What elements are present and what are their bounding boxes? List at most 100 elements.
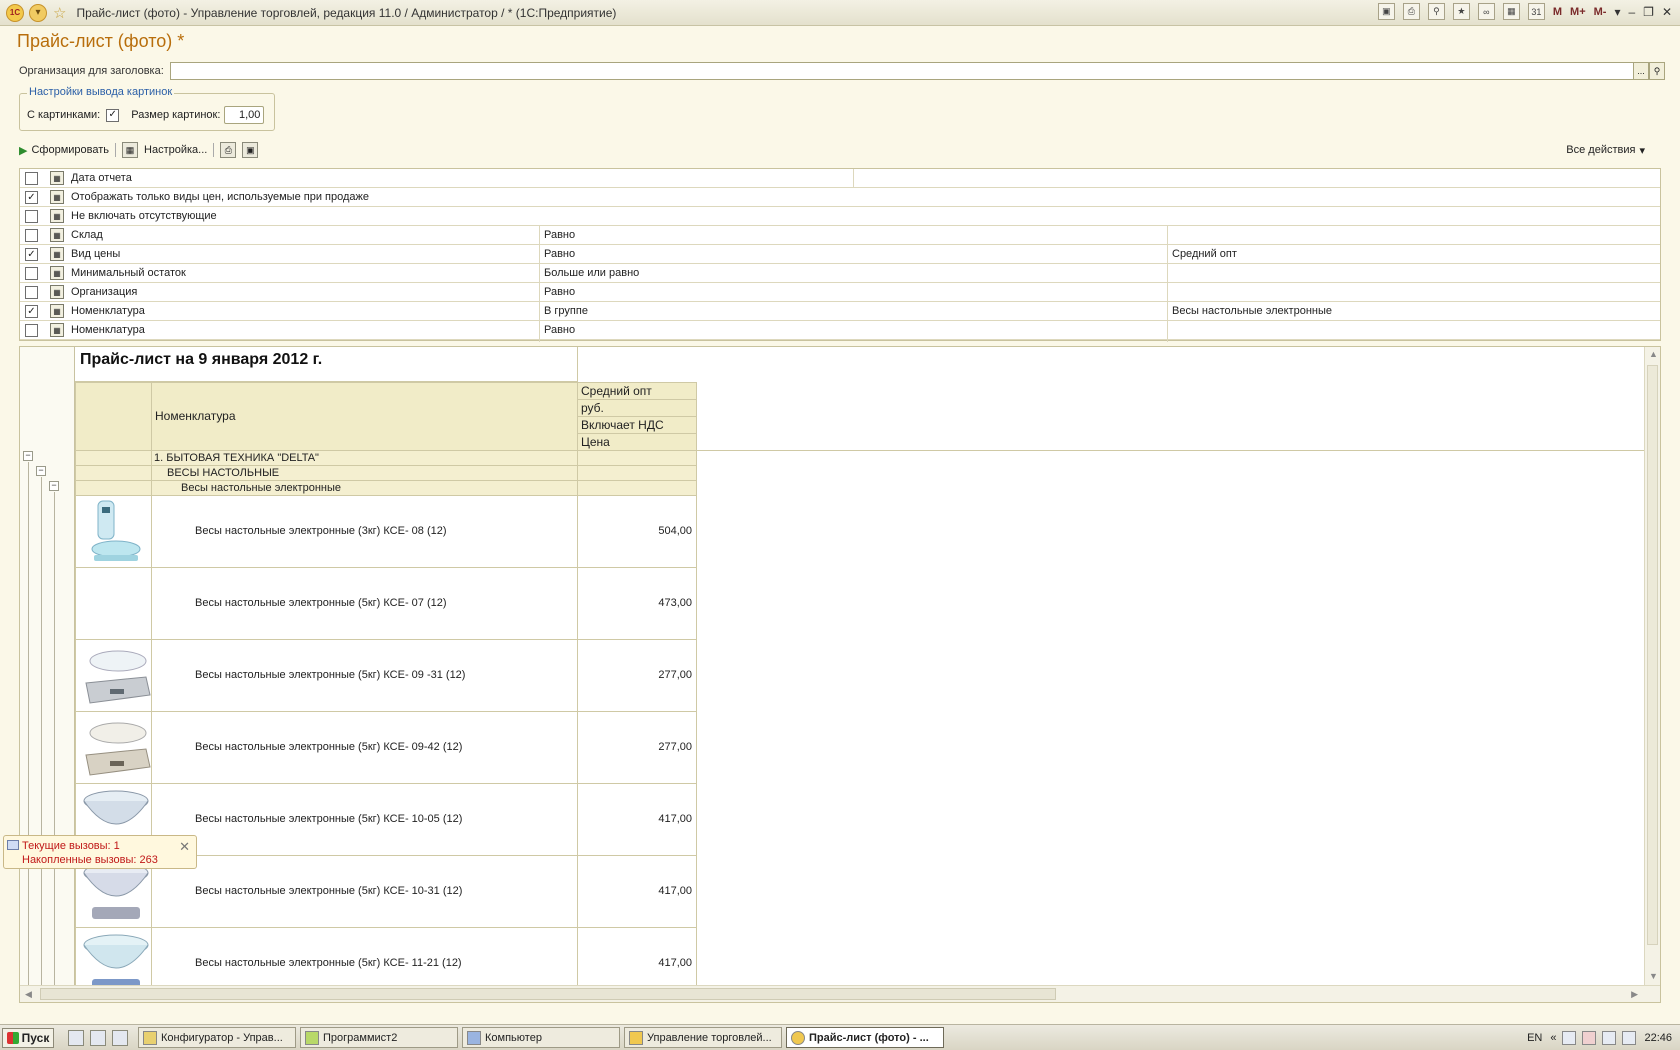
collapse-group-2-button[interactable]: −	[36, 466, 46, 476]
org-select-button[interactable]: ...	[1633, 62, 1649, 80]
condition[interactable]: Равно	[544, 324, 575, 336]
group-row[interactable]: Весы настольные электронные	[151, 480, 578, 496]
taskbar-item-trade[interactable]: Управление торговлей...	[624, 1027, 782, 1048]
horizontal-scrollbar[interactable]: ◀ ▶	[20, 985, 1660, 1002]
network-icon[interactable]	[68, 1029, 84, 1046]
settings-row[interactable]: ▦ Номенклатура Равно	[20, 321, 1660, 340]
field-name: Минимальный остаток	[71, 267, 186, 279]
k-icon[interactable]	[1582, 1030, 1597, 1045]
network-status-icon[interactable]	[1602, 1030, 1617, 1045]
taskbar-item-pricelist[interactable]: Прайс-лист (фото) - ...	[786, 1027, 944, 1048]
scroll-right-icon[interactable]: ▶	[1631, 989, 1638, 1000]
filter-value[interactable]: Средний опт	[1172, 248, 1237, 260]
restore-icon[interactable]: ❐	[1643, 5, 1654, 19]
scroll-left-icon[interactable]: ◀	[25, 989, 32, 1000]
vertical-scroll-thumb[interactable]	[1647, 365, 1658, 945]
settings-row[interactable]: ▦ Организация Равно	[20, 283, 1660, 302]
vertical-scrollbar[interactable]: ▲ ▼	[1644, 347, 1660, 987]
all-actions-menu[interactable]: Все действия ▾	[1566, 144, 1645, 157]
volume-icon[interactable]	[1622, 1030, 1637, 1045]
picture-size-input[interactable]: 1,00	[224, 106, 265, 124]
settings-row[interactable]: ▦ Не включать отсутствующие	[20, 207, 1660, 226]
save-icon[interactable]: ▣	[242, 142, 259, 158]
condition[interactable]: Равно	[544, 286, 575, 298]
save-icon[interactable]: ▣	[1377, 3, 1395, 20]
group-row[interactable]: ВЕСЫ НАСТОЛЬНЫЕ	[151, 465, 578, 481]
field-icon: ▦	[50, 228, 64, 242]
tray-expand-icon[interactable]: «	[1550, 1032, 1556, 1044]
item-name: Весы настольные электронные (5кг) КСЕ- 0…	[195, 669, 466, 681]
generate-button[interactable]: ▶ Сформировать	[19, 144, 109, 157]
settings-row[interactable]: ✓ ▦ Вид цены Равно Средний опт	[20, 245, 1660, 264]
settings-row[interactable]: ✓ ▦ Отображать только виды цен, использу…	[20, 188, 1660, 207]
memory-m-button[interactable]: M	[1553, 6, 1562, 18]
separator	[115, 143, 117, 157]
desktop-icon[interactable]	[90, 1029, 106, 1046]
favorites-star-icon[interactable]: ☆	[53, 4, 66, 22]
row-checkbox[interactable]	[25, 172, 38, 185]
add-favorite-icon[interactable]: ★	[1452, 3, 1470, 20]
memory-mminus-button[interactable]: M-	[1594, 6, 1607, 18]
row-checkbox[interactable]: ✓	[25, 305, 38, 318]
group-row-price	[577, 465, 697, 481]
filter-value[interactable]: Весы настольные электронные	[1172, 305, 1332, 317]
condition[interactable]: Равно	[544, 248, 575, 260]
row-checkbox[interactable]	[25, 210, 38, 223]
item-name: Весы настольные электронные (5кг) КСЕ- 1…	[195, 957, 462, 969]
computer-icon[interactable]	[112, 1029, 128, 1046]
row-checkbox[interactable]: ✓	[25, 248, 38, 261]
condition[interactable]: В группе	[544, 305, 588, 317]
start-button[interactable]: Пуск	[2, 1027, 54, 1048]
group-row[interactable]: 1. БЫТОВАЯ ТЕХНИКА "DELTA"	[151, 450, 578, 466]
language-indicator[interactable]: EN	[1527, 1032, 1542, 1044]
clock[interactable]: 22:46	[1644, 1032, 1672, 1044]
link-icon[interactable]: ∞	[1477, 3, 1495, 20]
condition[interactable]: Больше или равно	[544, 267, 639, 279]
settings-button[interactable]: ▦ Настройка...	[122, 142, 207, 158]
scroll-up-icon[interactable]: ▲	[1649, 349, 1658, 359]
group-name: ВЕСЫ НАСТОЛЬНЫЕ	[167, 467, 280, 479]
scroll-down-icon[interactable]: ▼	[1649, 971, 1658, 981]
row-checkbox[interactable]: ✓	[25, 191, 38, 204]
horizontal-scroll-thumb[interactable]	[40, 988, 1056, 1000]
item-name: Весы настольные электронные (5кг) КСЕ- 1…	[195, 813, 463, 825]
close-icon[interactable]: ✕	[1662, 5, 1672, 19]
row-checkbox[interactable]	[25, 324, 38, 337]
app-logo-icon[interactable]: 1С	[6, 3, 24, 22]
collapse-group-3-button[interactable]: −	[49, 481, 59, 491]
item-name: Весы настольные электронные (5кг) КСЕ- 1…	[195, 885, 463, 897]
close-icon[interactable]: ✕	[179, 839, 190, 855]
scale-tall-image	[91, 500, 141, 561]
settings-row[interactable]: ▦ Минимальный остаток Больше или равно	[20, 264, 1660, 283]
row-checkbox[interactable]	[25, 229, 38, 242]
org-search-icon[interactable]: ⚲	[1649, 62, 1665, 80]
row-checkbox[interactable]	[25, 267, 38, 280]
minimize-icon[interactable]: –	[1628, 5, 1635, 19]
play-icon: ▶	[19, 144, 28, 157]
org-field[interactable]: ... ⚲	[169, 62, 1665, 80]
calendar-icon[interactable]: 31	[1527, 3, 1545, 20]
calculator-icon[interactable]: ▦	[1502, 3, 1520, 20]
dropdown-arrow-icon[interactable]: ▾	[1614, 5, 1620, 19]
report-spreadsheet[interactable]: − − − Прайс-лист на 9 января 2012 г. Ном…	[19, 346, 1661, 1003]
memory-mplus-button[interactable]: M+	[1570, 6, 1586, 18]
taskbar: Пуск Конфигуратор - Управ... Программист…	[0, 1024, 1680, 1050]
settings-row[interactable]: ✓ ▦ Номенклатура В группе Весы настольны…	[20, 302, 1660, 321]
settings-row[interactable]: ▦ Дата отчета	[20, 169, 1660, 188]
print-icon[interactable]: ⎙	[220, 142, 237, 158]
taskbar-item-computer[interactable]: Компьютер	[462, 1027, 620, 1048]
collapse-group-1-button[interactable]: −	[23, 451, 33, 461]
row-checkbox[interactable]	[25, 286, 38, 299]
taskbar-item-configurator[interactable]: Конфигуратор - Управ...	[138, 1027, 296, 1048]
antivirus-icon[interactable]	[1562, 1030, 1577, 1045]
chevron-down-icon: ▾	[1639, 144, 1645, 157]
print-icon[interactable]: ⎙	[1402, 3, 1420, 20]
header-currency-cell: руб.	[577, 399, 697, 417]
with-pictures-checkbox[interactable]: ✓	[106, 108, 120, 122]
scale-flat-image	[85, 722, 151, 776]
preview-icon[interactable]: ⚲	[1427, 3, 1445, 20]
taskbar-item-programmer[interactable]: Программист2	[300, 1027, 458, 1048]
settings-row[interactable]: ▦ Склад Равно	[20, 226, 1660, 245]
main-menu-button[interactable]: ▾	[29, 3, 47, 22]
condition[interactable]: Равно	[544, 229, 575, 241]
